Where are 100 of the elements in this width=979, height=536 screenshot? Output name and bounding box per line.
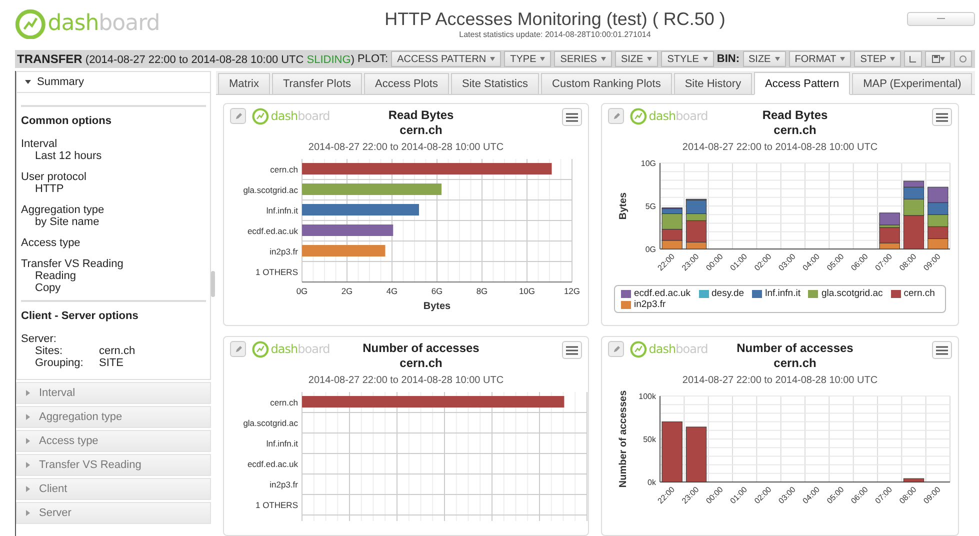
tab[interactable]: Matrix: [218, 73, 270, 94]
edit-button[interactable]: [608, 341, 624, 358]
edit-button[interactable]: [230, 341, 246, 358]
caret-icon: [840, 57, 846, 61]
bar: [928, 238, 948, 250]
caret-icon: [940, 57, 945, 61]
chart-subtitle: cern.ch: [400, 123, 442, 138]
axis-tick-label: 8G: [476, 286, 488, 296]
bin-label: BIN:: [716, 53, 740, 65]
axis-tick-label: 12G: [564, 286, 580, 296]
legend-item[interactable]: gla.scotgrid.ac: [808, 288, 883, 299]
pencil-icon: [234, 112, 242, 120]
axis-tick-label: 6G: [431, 286, 443, 296]
menu-icon: [936, 112, 948, 122]
edit-button[interactable]: [608, 108, 624, 124]
caret-icon: [25, 462, 31, 468]
date-range: 2014-08-27 22:00 to 2014-08-28 10:00 UTC: [307, 375, 505, 386]
accordion-header[interactable]: Aggregation type: [16, 406, 211, 428]
option-value: HTTP: [34, 183, 65, 195]
chart-title: Number of accesses: [362, 341, 480, 356]
axis-tick-label: 100k: [638, 392, 656, 401]
dropdown-button[interactable]: SERIES: [554, 51, 612, 67]
bar: [662, 228, 682, 241]
option-value: Last 12 hours: [34, 150, 103, 162]
bar: [928, 186, 948, 203]
menu-button[interactable]: [562, 108, 582, 126]
option-label: Aggregation type: [21, 204, 106, 216]
menu-button[interactable]: [932, 341, 952, 359]
tab[interactable]: Access Pattern: [754, 72, 850, 95]
caret-icon: [25, 414, 31, 420]
option-label: Server:: [21, 333, 58, 345]
category-label: 1 OTHERS: [255, 266, 298, 277]
axis-tick-label: 50k: [643, 435, 656, 444]
chart-title: Read Bytes: [388, 108, 454, 123]
dropdown-button[interactable]: STEP: [854, 51, 902, 67]
date-range: 2014-08-27 22:00 to 2014-08-28 10:00 UTC: [307, 142, 505, 153]
legend-item[interactable]: in2p3.fr: [621, 299, 666, 310]
caret-icon: [600, 57, 606, 61]
accordion-header[interactable]: Server: [16, 502, 211, 524]
page-title: HTTP Accesses Monitoring (test) ( RC.50 ): [384, 9, 726, 30]
axis-tick-label: 10G: [640, 159, 656, 168]
save-button[interactable]: [925, 51, 952, 67]
category-label: lnf.infn.it: [266, 438, 298, 448]
caret-icon: [647, 57, 652, 61]
legend-item[interactable]: cern.ch: [890, 288, 935, 299]
tab[interactable]: Access Plots: [364, 73, 449, 94]
update-time: Latest statistics update: 2014-08-28T10:00:01.271014: [459, 30, 651, 39]
dropdown-button[interactable]: ACCESS PATTERN: [391, 51, 502, 67]
caret-icon: [25, 438, 31, 444]
category-label: cern.ch: [270, 397, 298, 408]
logo-icon: [15, 8, 46, 40]
option-value: Copy: [34, 282, 62, 294]
dropdown-button[interactable]: STYLE: [661, 51, 714, 67]
caret-icon: [25, 510, 31, 516]
axis-tick-label: 10G: [518, 286, 536, 296]
accordion-header[interactable]: Summary: [16, 71, 211, 93]
refresh-button[interactable]: [954, 51, 972, 67]
dropdown-button[interactable]: TYPE: [504, 51, 552, 67]
tab[interactable]: Site Statistics: [450, 73, 540, 94]
accordion-header[interactable]: Transfer VS Reading: [16, 454, 211, 476]
splitter-handle[interactable]: [211, 270, 215, 296]
menu-icon: [566, 346, 578, 354]
axis-title: Number of accesses: [618, 390, 629, 488]
accordion-header[interactable]: Access type: [16, 430, 211, 452]
axis-tick-label: 0G: [645, 245, 656, 254]
legend-item[interactable]: ecdf.ed.ac.uk: [621, 288, 691, 299]
menu-button[interactable]: [562, 341, 582, 359]
axis-tick-label: 0G: [296, 286, 308, 296]
category-label: in2p3.fr: [270, 479, 298, 490]
accordion-header[interactable]: Client: [16, 478, 211, 500]
dropdown-button[interactable]: FORMAT: [788, 51, 852, 67]
legend-item[interactable]: lnf.infn.it: [752, 288, 800, 299]
tab[interactable]: MAP (Experimental): [852, 73, 972, 94]
tab[interactable]: Transfer Plots: [272, 73, 362, 94]
chart-subtitle: cern.ch: [774, 356, 816, 371]
chart-title: Number of accesses: [736, 341, 854, 356]
caret-icon: [540, 57, 546, 61]
plot-label: PLOT:: [357, 53, 388, 65]
caret-icon: [702, 57, 708, 61]
logo-icon: [252, 341, 269, 358]
window-button[interactable]: [907, 12, 975, 26]
caret-icon: [25, 486, 31, 492]
bar: [928, 226, 948, 239]
menu-icon: [936, 346, 948, 354]
dropdown-button[interactable]: SIZE: [742, 51, 786, 67]
tab[interactable]: Custom Ranking Plots: [541, 73, 672, 94]
menu-button[interactable]: [932, 108, 952, 126]
option-key: Grouping:: [35, 357, 99, 369]
category-label: 1 OTHERS: [255, 500, 298, 510]
dropdown-button[interactable]: SIZE: [614, 51, 658, 67]
caret-icon: [890, 57, 896, 61]
axis-tick-label: 5G: [645, 202, 656, 211]
axis-tick-label: 0k: [648, 478, 656, 487]
tab[interactable]: Site History: [674, 73, 752, 94]
menu-icon: [566, 112, 578, 122]
legend-item[interactable]: desy.de: [698, 288, 744, 299]
edit-button[interactable]: [230, 108, 246, 124]
accordion-header[interactable]: Interval: [16, 382, 211, 404]
date-range: 2014-08-27 22:00 to 2014-08-28 10:00 UTC: [681, 142, 879, 153]
pin-button[interactable]: [904, 51, 922, 67]
